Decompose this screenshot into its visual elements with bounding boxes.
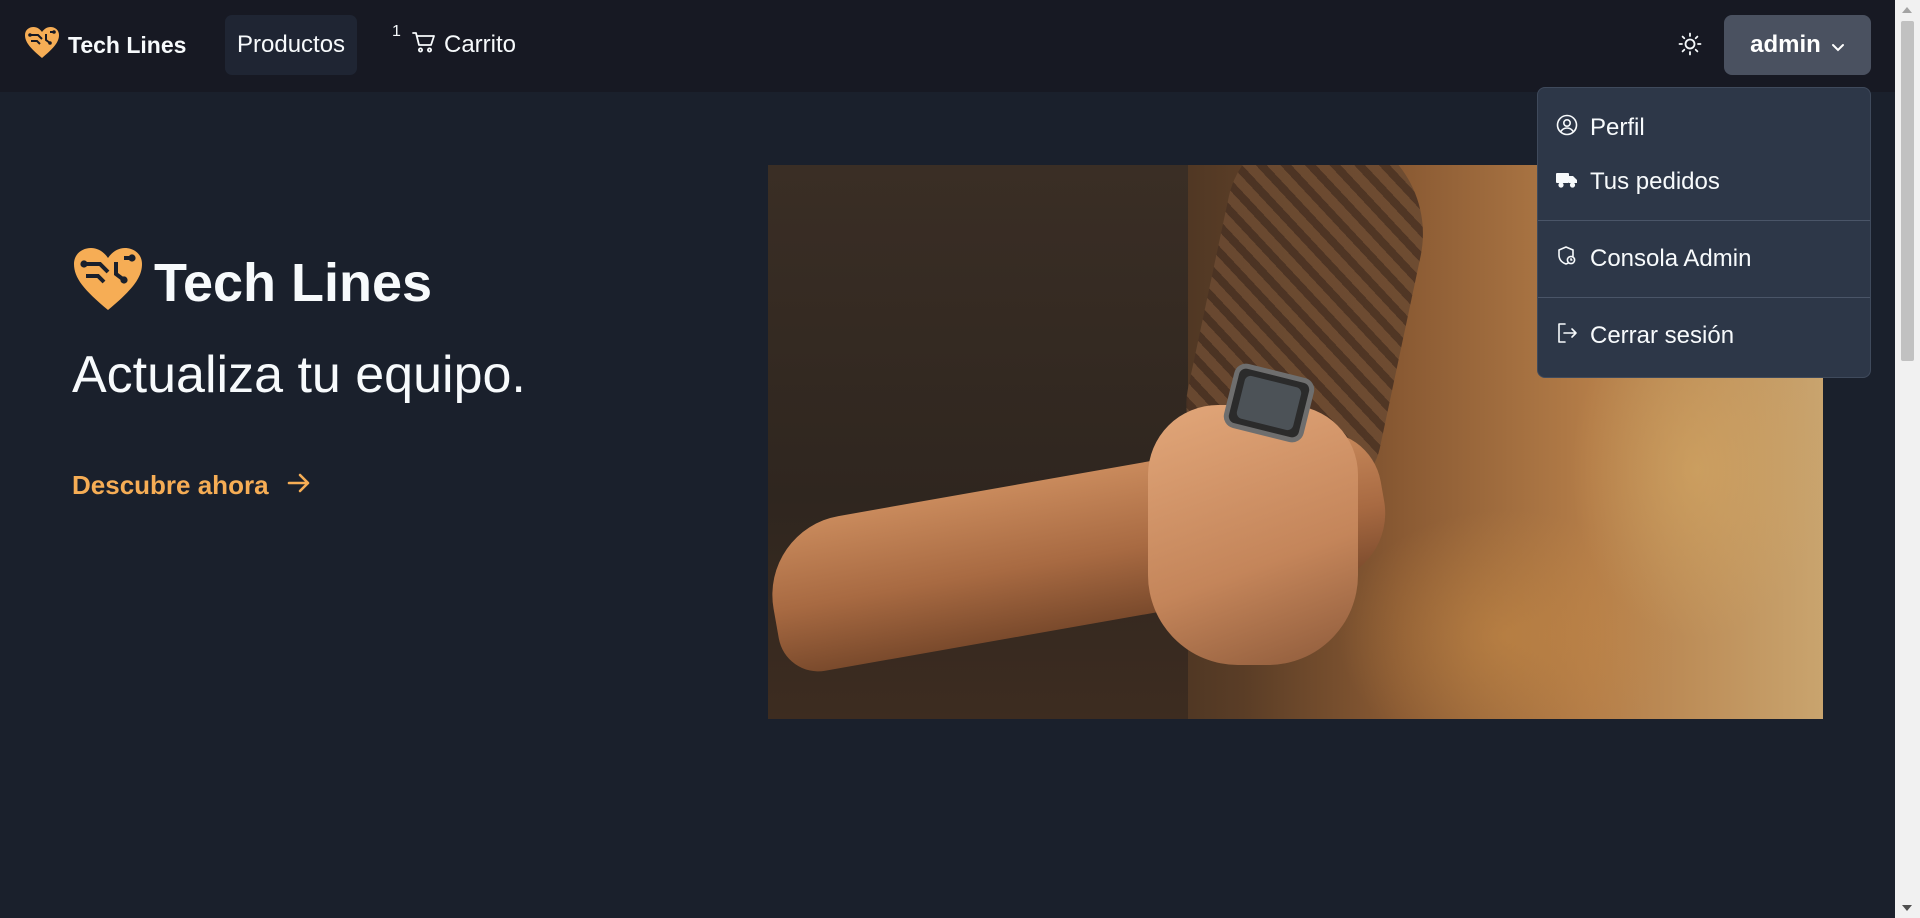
menu-item-label: Tus pedidos	[1590, 168, 1720, 195]
image-hand	[1148, 405, 1358, 665]
menu-item-logout[interactable]: Cerrar sesión	[1538, 309, 1870, 363]
truck-icon	[1556, 168, 1578, 196]
hero-logo: Tech Lines	[72, 246, 432, 319]
menu-item-admin-console[interactable]: Consola Admin	[1538, 232, 1870, 286]
nav-cart-link[interactable]: 1 Carrito	[392, 15, 524, 75]
discover-now-label: Descubre ahora	[72, 470, 269, 500]
menu-item-label: Cerrar sesión	[1590, 322, 1735, 349]
nav-products-label: Productos	[237, 31, 346, 58]
brand-name: Tech Lines	[68, 32, 187, 58]
scroll-up-arrow-icon[interactable]	[1902, 7, 1912, 13]
user-circle-icon	[1556, 114, 1578, 143]
nav-cart-label: Carrito	[444, 31, 517, 58]
top-navbar: Tech Lines Productos 1 Carrito admin	[0, 0, 1895, 92]
user-menu-button[interactable]: admin	[1724, 15, 1871, 75]
heart-circuit-icon	[24, 26, 60, 65]
scroll-down-arrow-icon[interactable]	[1902, 905, 1912, 911]
brand-link[interactable]: Tech Lines	[24, 26, 186, 65]
hero-tagline: Actualiza tu equipo.	[72, 346, 526, 404]
username-label: admin	[1750, 31, 1821, 58]
user-dropdown-menu: Perfil Tus pedidos Consola Admin Cerrar …	[1537, 87, 1871, 378]
discover-now-link[interactable]: Descubre ahora	[72, 470, 311, 501]
cart-icon	[412, 31, 436, 60]
menu-item-orders[interactable]: Tus pedidos	[1538, 155, 1870, 209]
heart-circuit-icon	[72, 246, 144, 319]
hero-title: Tech Lines	[154, 252, 433, 313]
menu-item-profile[interactable]: Perfil	[1538, 101, 1870, 155]
sun-icon	[1678, 32, 1702, 61]
shield-icon	[1556, 245, 1578, 274]
menu-item-label: Consola Admin	[1590, 245, 1752, 272]
image-watch-face	[1235, 374, 1303, 432]
chevron-down-icon	[1831, 31, 1845, 59]
theme-toggle-button[interactable]	[1670, 26, 1710, 66]
scrollbar-thumb[interactable]	[1901, 21, 1914, 361]
menu-divider	[1538, 220, 1870, 221]
menu-item-label: Perfil	[1590, 114, 1645, 141]
nav-products-link[interactable]: Productos	[225, 15, 358, 75]
arrow-right-icon	[287, 470, 311, 501]
vertical-scrollbar[interactable]	[1895, 0, 1920, 918]
logout-icon	[1556, 322, 1578, 351]
menu-divider	[1538, 297, 1870, 298]
cart-count-badge: 1	[392, 23, 401, 40]
